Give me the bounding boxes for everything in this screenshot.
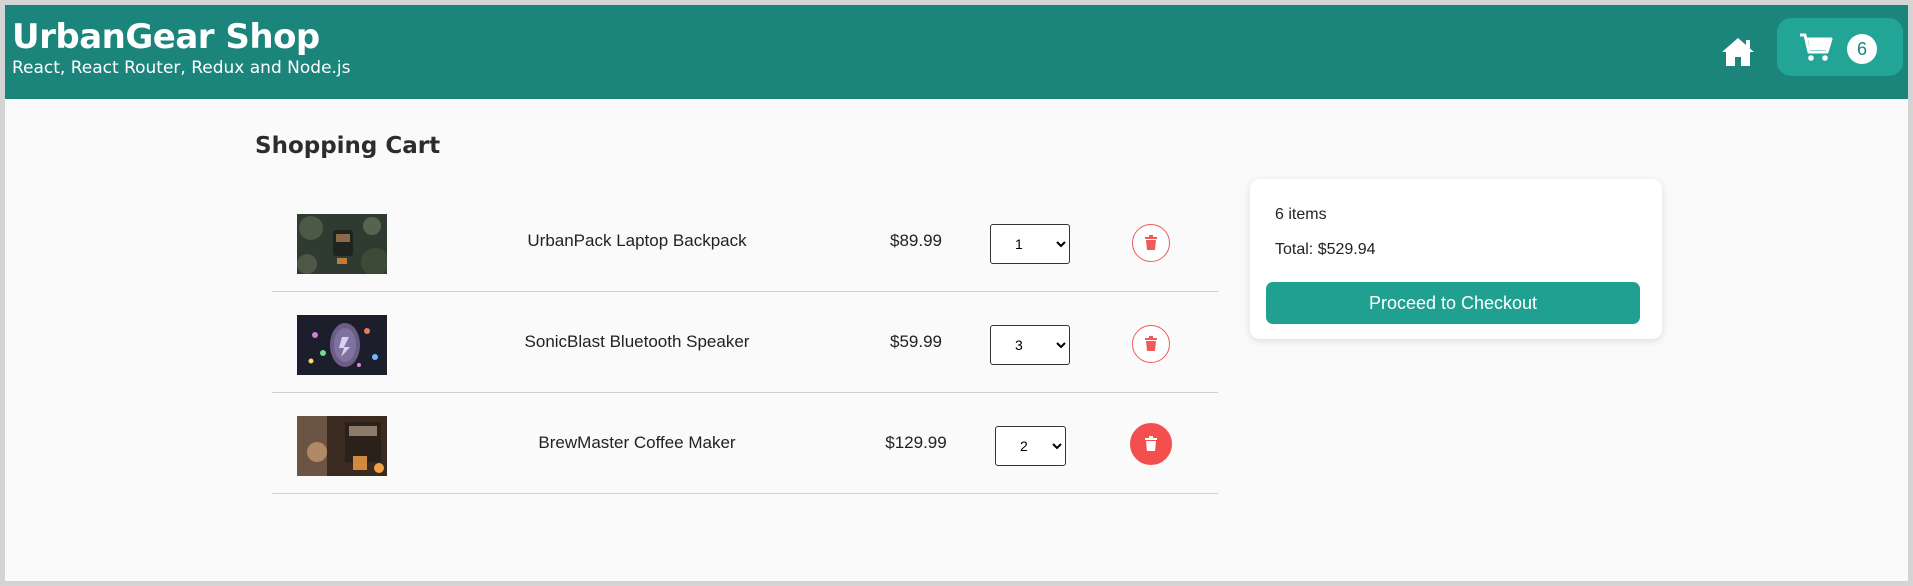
site-subtitle: React, React Router, Redux and Node.js [12,58,351,78]
trash-icon [1145,235,1157,250]
cart-icon [1800,33,1833,61]
product-price: $129.99 [885,433,947,452]
product-price: $59.99 [890,332,942,351]
home-icon [1722,38,1754,66]
coffee-maker-photo [297,416,387,476]
speaker-photo [297,315,387,375]
product-price: $89.99 [890,231,942,250]
remove-item-button[interactable] [1130,423,1172,465]
cart-items-list: UrbanPack Laptop Backpack $89.99 1 Sonic… [272,191,1218,494]
site-title[interactable]: UrbanGear Shop [12,17,320,57]
cart-button[interactable]: 6 [1777,18,1903,76]
quantity-select[interactable]: 2 [995,426,1066,466]
page-title: Shopping Cart [255,133,441,159]
quantity-select[interactable]: 3 [990,325,1070,365]
remove-item-button[interactable] [1132,224,1170,262]
home-button[interactable] [1718,32,1758,72]
remove-item-button[interactable] [1132,325,1170,363]
order-summary-card: 6 items Total: $529.94 Proceed to Checko… [1250,179,1662,339]
checkout-button[interactable]: Proceed to Checkout [1266,282,1640,324]
backpack-photo [297,214,387,274]
cart-item-row: SonicBlast Bluetooth Speaker $59.99 3 [272,292,1218,393]
product-name: UrbanPack Laptop Backpack [527,231,747,250]
quantity-select[interactable]: 1 [990,224,1070,264]
trash-icon [1145,336,1157,351]
app-window: UrbanGear Shop React, React Router, Redu… [5,5,1908,581]
cart-count-badge: 6 [1847,34,1877,64]
product-thumbnail [297,214,387,274]
product-thumbnail [297,315,387,375]
product-thumbnail [297,416,387,476]
app-header: UrbanGear Shop React, React Router, Redu… [5,5,1908,99]
trash-icon [1145,436,1157,451]
product-name: SonicBlast Bluetooth Speaker [524,332,750,351]
product-name: BrewMaster Coffee Maker [538,433,736,452]
cart-item-row: UrbanPack Laptop Backpack $89.99 1 [272,191,1218,292]
cart-item-row: BrewMaster Coffee Maker $129.99 2 [272,393,1218,494]
summary-total: Total: $529.94 [1275,241,1376,258]
summary-item-count: 6 items [1275,206,1327,223]
